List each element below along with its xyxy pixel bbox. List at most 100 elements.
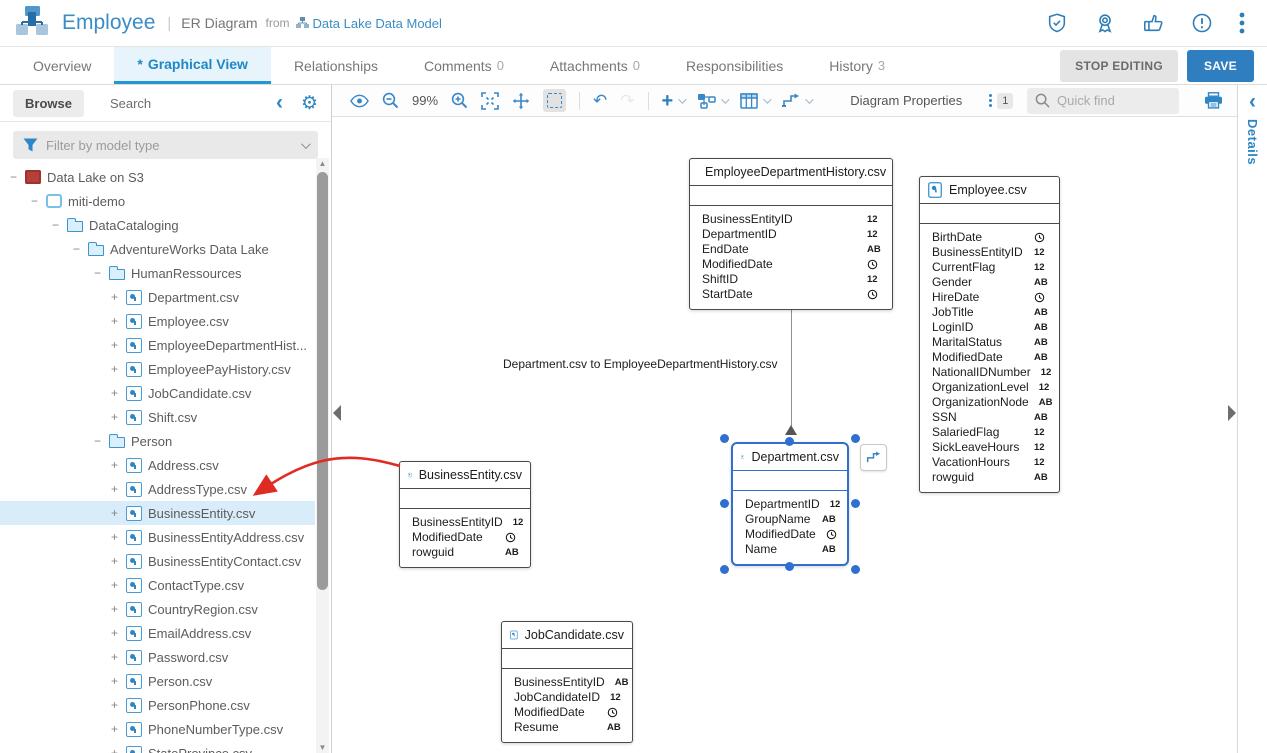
- tab[interactable]: Overview: [10, 47, 114, 84]
- tab[interactable]: Relationships: [271, 47, 401, 84]
- tree-expander[interactable]: −: [71, 244, 82, 255]
- tree-expander[interactable]: +: [109, 580, 120, 591]
- tree-item[interactable]: + EmployeeDepartmentHist...: [0, 333, 315, 357]
- zoom-in-icon[interactable]: [451, 92, 468, 109]
- tree-item[interactable]: − Person: [0, 429, 315, 453]
- browse-tab-button[interactable]: Browse: [13, 90, 84, 117]
- selection-handle[interactable]: [785, 437, 794, 446]
- tree-item[interactable]: + Employee.csv: [0, 309, 315, 333]
- diagram-properties-button[interactable]: Diagram Properties: [850, 93, 962, 108]
- tree-expander[interactable]: −: [8, 172, 19, 183]
- selection-handle[interactable]: [851, 565, 860, 574]
- relationship-line[interactable]: [791, 309, 792, 426]
- selection-handle[interactable]: [785, 562, 794, 571]
- tree-item[interactable]: + BusinessEntityContact.csv: [0, 549, 315, 573]
- tree-item[interactable]: − miti-demo: [0, 189, 315, 213]
- tree-item[interactable]: + BusinessEntityAddress.csv: [0, 525, 315, 549]
- filter-by-model-type-dropdown[interactable]: Filter by model type: [13, 131, 318, 159]
- tab[interactable]: Responsibilities: [663, 47, 806, 84]
- tree-item[interactable]: + EmployeePayHistory.csv: [0, 357, 315, 381]
- tree-item[interactable]: + ContactType.csv: [0, 573, 315, 597]
- tree-expander[interactable]: +: [109, 700, 120, 711]
- scroll-down-icon[interactable]: ▼: [316, 743, 329, 752]
- details-tab[interactable]: Details: [1245, 119, 1260, 165]
- tree-item[interactable]: + JobCandidate.csv: [0, 381, 315, 405]
- tree-expander[interactable]: +: [109, 508, 120, 519]
- tree-item[interactable]: − Data Lake on S3: [0, 165, 315, 189]
- zoom-out-icon[interactable]: [382, 92, 399, 109]
- gear-icon[interactable]: ⚙: [301, 94, 318, 113]
- tree-item[interactable]: − HumanRessources: [0, 261, 315, 285]
- tree-expander[interactable]: +: [109, 748, 120, 753]
- tab[interactable]: Attachments 0: [527, 47, 663, 84]
- tree-expander[interactable]: +: [109, 724, 120, 735]
- tree-expander[interactable]: +: [109, 388, 120, 399]
- thumbs-up-icon[interactable]: [1142, 12, 1165, 34]
- award-ribbon-icon[interactable]: [1094, 12, 1116, 34]
- quick-find[interactable]: [1027, 88, 1179, 114]
- tree-item[interactable]: + EmailAddress.csv: [0, 621, 315, 645]
- tree-expander[interactable]: −: [92, 268, 103, 279]
- visibility-eye-icon[interactable]: [350, 94, 369, 108]
- entity-employee[interactable]: Employee.csv BirthDate clock BusinessEnt…: [919, 176, 1060, 493]
- tree-expander[interactable]: +: [109, 412, 120, 423]
- tree-item[interactable]: − DataCataloging: [0, 213, 315, 237]
- model-link[interactable]: Data Lake Data Model: [296, 16, 442, 31]
- tree-expander[interactable]: +: [109, 316, 120, 327]
- tree-item[interactable]: + PhoneNumberType.csv: [0, 717, 315, 741]
- entity-employee-department-history[interactable]: EmployeeDepartmentHistory.csv BusinessEn…: [689, 158, 893, 310]
- table-view-dropdown[interactable]: [740, 93, 769, 109]
- entity-department[interactable]: Department.csv DepartmentID 12 GroupName…: [731, 442, 849, 566]
- tab[interactable]: History 3: [806, 47, 908, 84]
- shield-check-icon[interactable]: [1046, 12, 1068, 34]
- diagram-options-menu[interactable]: 1: [989, 93, 1013, 109]
- search-tab[interactable]: Search: [110, 96, 151, 111]
- auto-layout-dropdown[interactable]: [697, 92, 727, 109]
- canvas-scroll-left-icon[interactable]: [333, 405, 341, 421]
- tree-expander[interactable]: +: [109, 652, 120, 663]
- diagram-canvas[interactable]: Department.csv to EmployeeDepartmentHist…: [332, 117, 1237, 753]
- tree-expander[interactable]: +: [109, 364, 120, 375]
- collapse-panel-icon[interactable]: ‹: [276, 96, 283, 110]
- marquee-select-icon[interactable]: [543, 89, 566, 112]
- tree-expander[interactable]: +: [109, 292, 120, 303]
- expand-details-icon[interactable]: ‹: [1249, 95, 1256, 109]
- tab[interactable]: Comments 0: [401, 47, 527, 84]
- tree-expander[interactable]: +: [109, 340, 120, 351]
- fit-to-screen-icon[interactable]: [481, 92, 499, 110]
- tree-item[interactable]: + CountryRegion.csv: [0, 597, 315, 621]
- selection-handle[interactable]: [720, 434, 729, 443]
- save-button[interactable]: SAVE: [1187, 50, 1254, 82]
- tree-expander[interactable]: +: [109, 556, 120, 567]
- tree-item[interactable]: + StateProvince.csv: [0, 741, 315, 753]
- tree-expander[interactable]: −: [92, 436, 103, 447]
- tree-item[interactable]: − AdventureWorks Data Lake: [0, 237, 315, 261]
- tree-expander[interactable]: +: [109, 676, 120, 687]
- tree-item[interactable]: + PersonPhone.csv: [0, 693, 315, 717]
- tree-expander[interactable]: +: [109, 604, 120, 615]
- selection-handle[interactable]: [851, 499, 860, 508]
- entity-job-candidate[interactable]: JobCandidate.csv BusinessEntityID AB Job…: [501, 621, 633, 743]
- entity-business-entity[interactable]: BusinessEntity.csv BusinessEntityID 12 M…: [399, 461, 531, 568]
- kebab-menu-icon[interactable]: [1239, 12, 1245, 34]
- scrollbar-thumb[interactable]: [317, 172, 328, 590]
- tree-expander[interactable]: +: [109, 460, 120, 471]
- tree-item[interactable]: + Address.csv: [0, 453, 315, 477]
- tree-item[interactable]: + BusinessEntity.csv: [0, 501, 315, 525]
- relationship-dropdown[interactable]: [782, 93, 811, 108]
- tree-expander[interactable]: −: [50, 220, 61, 231]
- alert-circle-icon[interactable]: [1191, 12, 1213, 34]
- tree-item[interactable]: + AddressType.csv: [0, 477, 315, 501]
- selection-handle[interactable]: [851, 434, 860, 443]
- tree-item[interactable]: + Shift.csv: [0, 405, 315, 429]
- tree-expander[interactable]: −: [29, 196, 40, 207]
- tree-expander[interactable]: +: [109, 484, 120, 495]
- canvas-scroll-right-icon[interactable]: [1228, 405, 1236, 421]
- tree-item[interactable]: + Password.csv: [0, 645, 315, 669]
- scroll-up-icon[interactable]: ▲: [316, 159, 329, 168]
- tree-item[interactable]: + Department.csv: [0, 285, 315, 309]
- add-object-dropdown[interactable]: +: [662, 93, 685, 109]
- selection-handle[interactable]: [720, 499, 729, 508]
- tab[interactable]: * Graphical View: [114, 47, 271, 84]
- pan-tool-icon[interactable]: [512, 92, 530, 110]
